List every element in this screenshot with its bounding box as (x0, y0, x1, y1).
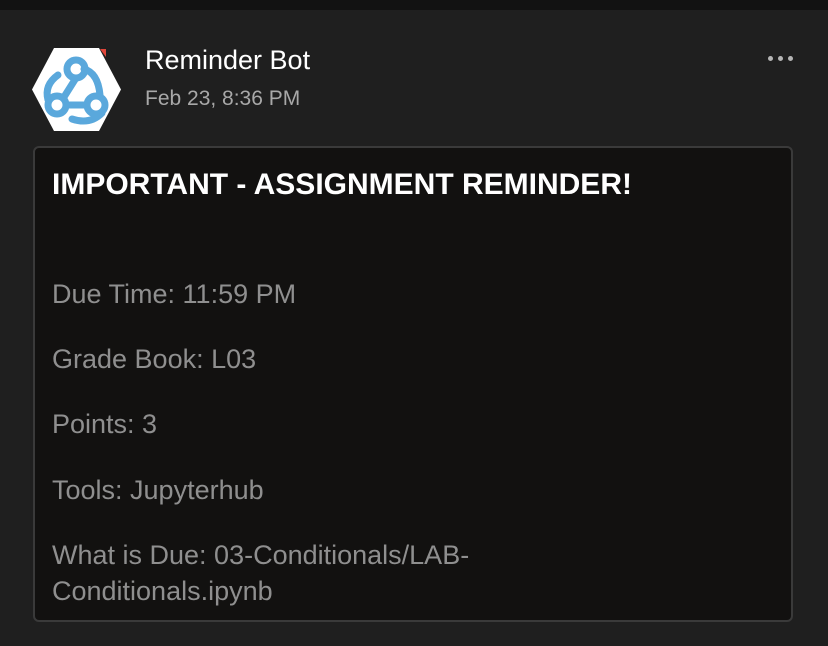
more-options-button[interactable] (760, 46, 800, 70)
message-card: IMPORTANT - ASSIGNMENT REMINDER! Due Tim… (33, 146, 793, 622)
more-options-dot (787, 55, 793, 61)
webhook-icon (32, 48, 121, 131)
grade-book-field: Grade Book: L03 (52, 344, 257, 374)
more-options-icon (767, 55, 773, 61)
post-timestamp: Feb 23, 8:36 PM (145, 87, 301, 110)
message-title: IMPORTANT - ASSIGNMENT REMINDER! (52, 168, 632, 201)
tools-field: Tools: Jupyterhub (52, 475, 264, 505)
what-is-due-field-continued: Conditionals.ipynb (52, 576, 273, 606)
message-post: Reminder Bot Feb 23, 8:36 PM IMPORTANT -… (0, 10, 828, 646)
top-bar (0, 0, 828, 10)
points-field: Points: 3 (52, 409, 158, 439)
more-options-dot (777, 55, 783, 61)
avatar[interactable] (32, 45, 121, 134)
what-is-due-field: What is Due: 03-Conditionals/LAB- (52, 540, 470, 570)
due-time-field: Due Time: 11:59 PM (52, 279, 297, 309)
author-name[interactable]: Reminder Bot (145, 43, 310, 77)
